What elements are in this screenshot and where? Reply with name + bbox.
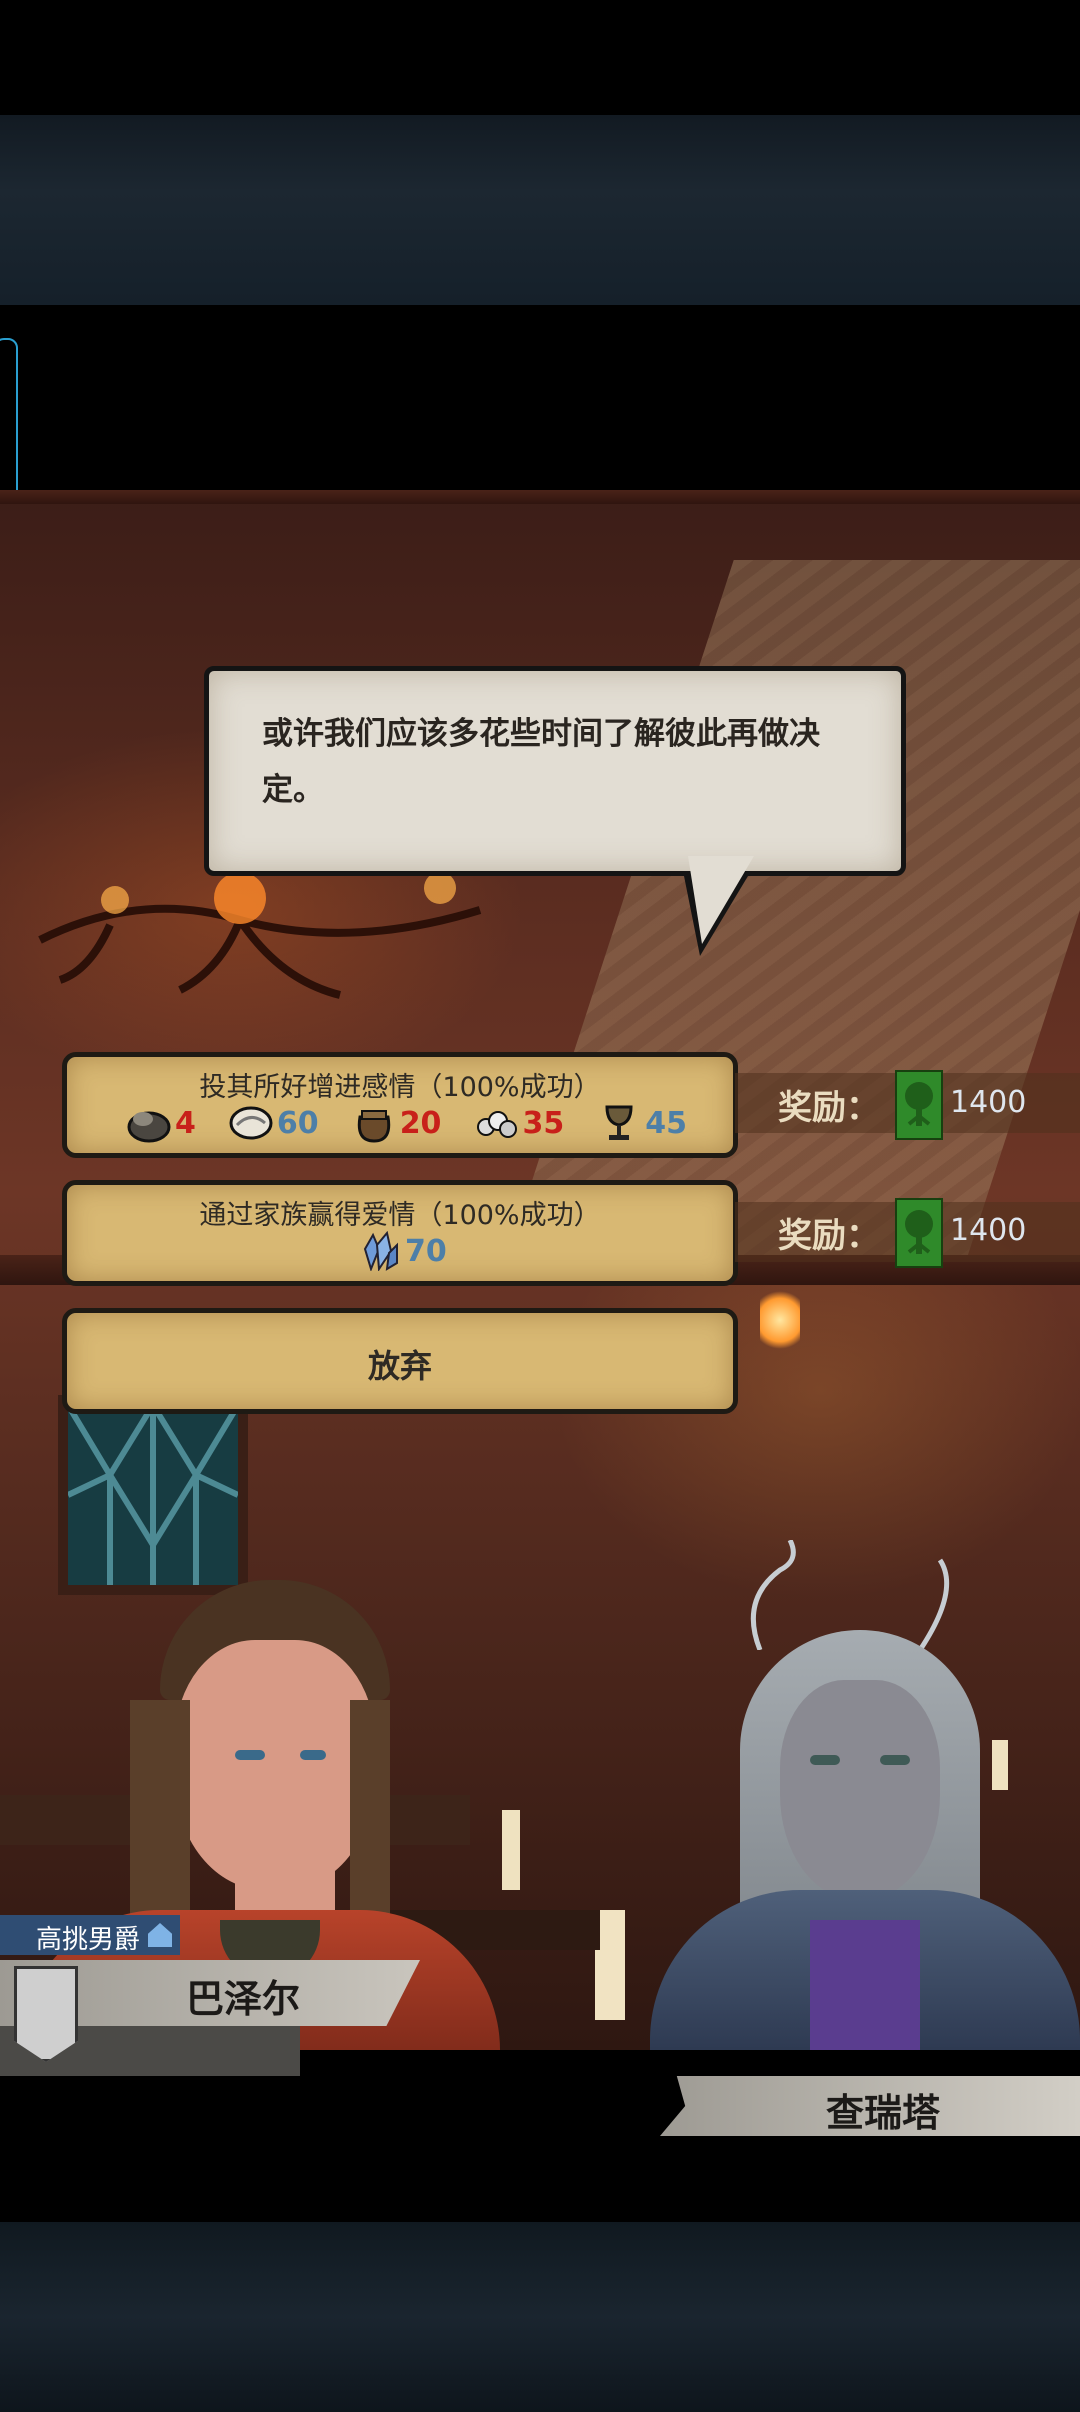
cost-crystal: 70	[357, 1230, 447, 1273]
top-banner	[0, 115, 1080, 305]
oyster-icon	[229, 1103, 273, 1143]
character-title-bar: 高挑男爵	[0, 1915, 180, 1955]
cost-goblet: 45	[597, 1103, 687, 1143]
cost-stone: 4	[127, 1103, 196, 1143]
house-icon	[148, 1923, 172, 1947]
choice-label: 通过家族赢得爱情（100%成功）	[199, 1200, 601, 1231]
character-title: 高挑男爵	[36, 1925, 141, 1955]
reward-value: 1400	[950, 1085, 1027, 1120]
cost-pearls: 35	[474, 1103, 564, 1143]
pearls-icon	[474, 1103, 518, 1143]
cost-oyster: 60	[229, 1103, 319, 1143]
choice-button-family[interactable]: 通过家族赢得爱情（100%成功） 70	[62, 1180, 738, 1286]
dialogue-text: 或许我们应该多花些时间了解彼此再做决定。	[262, 716, 820, 808]
tree-banner-icon	[895, 1198, 943, 1268]
choice-label: 放弃	[367, 1347, 432, 1385]
cost-pot: 20	[352, 1103, 441, 1143]
character-right-portrait	[630, 1540, 1080, 2050]
left-character-name: 巴泽尔	[186, 1977, 301, 2021]
bottom-banner	[0, 2222, 1080, 2412]
right-character-name: 查瑞塔	[826, 2091, 941, 2135]
reward-label: 奖励：	[778, 1088, 880, 1128]
reward-value: 1400	[950, 1213, 1027, 1248]
crystal-icon	[357, 1230, 401, 1273]
choice-label: 投其所好增进感情（100%成功）	[199, 1072, 601, 1103]
reward-label: 奖励：	[778, 1216, 880, 1256]
goblet-icon	[597, 1103, 641, 1143]
tree-banner-icon	[895, 1070, 943, 1140]
choice-button-give-up[interactable]: 放弃	[62, 1308, 738, 1414]
choice-button-gift[interactable]: 投其所好增进感情（100%成功） 4 60 20 35 45	[62, 1052, 738, 1158]
window	[58, 1395, 248, 1595]
stone-icon	[127, 1103, 171, 1143]
pot-icon	[352, 1103, 396, 1143]
